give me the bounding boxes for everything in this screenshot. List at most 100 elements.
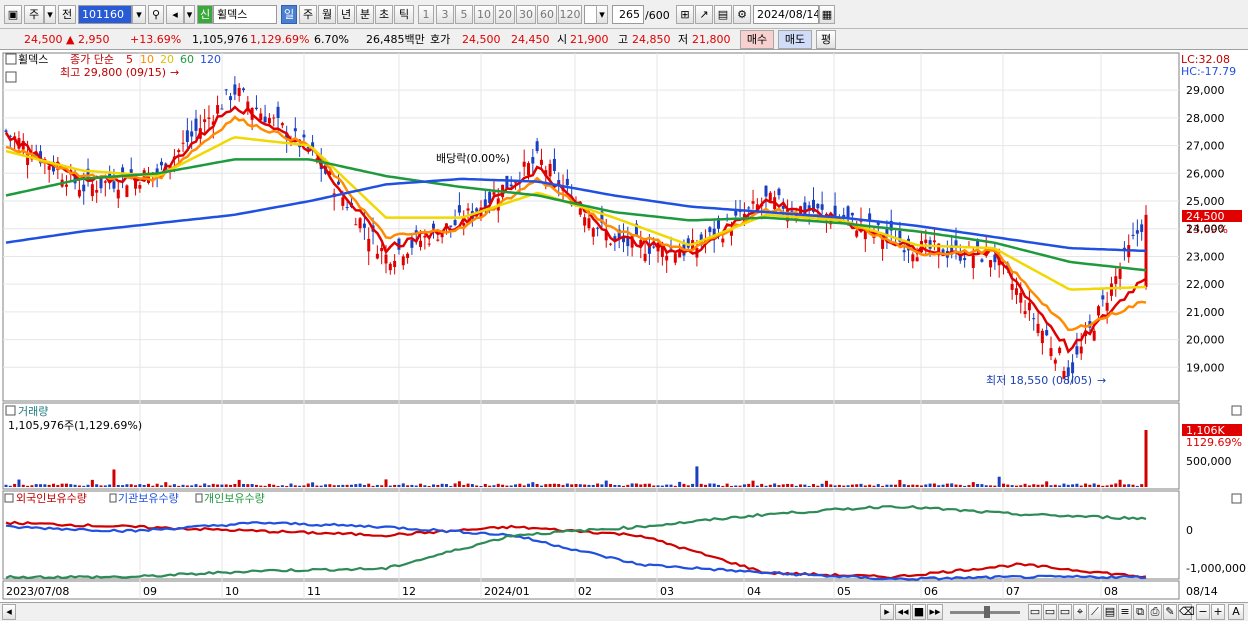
market-select[interactable]: 주 xyxy=(24,5,44,24)
candle-body xyxy=(393,260,397,268)
trend-icon[interactable]: ⟋ xyxy=(1088,604,1102,620)
zoom-out-icon[interactable]: − xyxy=(1196,604,1210,620)
volume-bar xyxy=(647,483,651,487)
volume-bar xyxy=(518,483,522,487)
volume-panel-icon[interactable] xyxy=(5,405,16,416)
interval-20[interactable]: 20 xyxy=(495,5,515,24)
tab-period-year[interactable]: 년 xyxy=(337,5,355,24)
font-size-icon[interactable]: A xyxy=(1228,604,1244,620)
volume-bar xyxy=(1118,479,1122,487)
candle-body xyxy=(932,240,936,243)
candle-body xyxy=(112,181,116,189)
interval-30[interactable]: 30 xyxy=(516,5,536,24)
sell-button[interactable]: 매도 xyxy=(778,30,812,49)
calendar-icon[interactable]: ▦ xyxy=(819,5,835,24)
scrollbar[interactable]: ◂ ▸ ◂◂ ■ ▸▸ ▭ ▭ ▭ ⌖ ⟋ ▤ ≡ ⧉ ⎙ ✎ ⌫ − + A xyxy=(0,602,1248,621)
volume-bar xyxy=(1088,484,1092,487)
candle-body xyxy=(272,117,276,119)
volume-bar xyxy=(760,483,764,487)
volume-bar xyxy=(125,484,129,487)
interval-120[interactable]: 120 xyxy=(558,5,582,24)
tab-period-day[interactable]: 일 xyxy=(281,5,297,24)
forward-icon[interactable]: ▸▸ xyxy=(927,604,943,620)
code-input[interactable]: 101160 xyxy=(78,5,132,24)
candle-body xyxy=(462,222,466,226)
tab-period-minute[interactable]: 분 xyxy=(356,5,374,24)
candle-body xyxy=(980,259,984,262)
interval-3[interactable]: 3 xyxy=(436,5,454,24)
volume-close-icon[interactable] xyxy=(1231,405,1242,416)
zoom-in-icon[interactable]: + xyxy=(1211,604,1225,620)
volume-bar xyxy=(116,484,120,487)
print-icon[interactable]: ⎙ xyxy=(1148,604,1162,620)
volume-bar xyxy=(1084,483,1088,487)
save-icon[interactable]: ▤ xyxy=(714,5,732,24)
gear-icon[interactable]: ⚙ xyxy=(733,5,751,24)
crosshair-icon[interactable]: ⌖ xyxy=(1073,604,1087,620)
code-dropdown-icon[interactable]: ▾ xyxy=(132,5,146,24)
tab-period-week[interactable]: 주 xyxy=(299,5,317,24)
holding-close-icon[interactable] xyxy=(1231,493,1242,504)
interval-dropdown-icon[interactable]: ▾ xyxy=(596,5,608,24)
zoom-slider-handle[interactable] xyxy=(984,606,990,618)
table-icon[interactable]: ▤ xyxy=(1103,604,1117,620)
volume-bar xyxy=(254,484,258,487)
volume-bar xyxy=(95,484,99,487)
volume-bar xyxy=(984,485,988,487)
interval-60[interactable]: 60 xyxy=(537,5,557,24)
search-icon[interactable]: ⚲ xyxy=(148,5,164,24)
tab-period-month[interactable]: 월 xyxy=(318,5,336,24)
candle-body xyxy=(1027,302,1031,311)
volume-bar xyxy=(807,485,811,487)
stop-icon[interactable]: ■ xyxy=(912,604,926,620)
count-input[interactable]: 265 xyxy=(612,5,644,24)
draw-tool-icon[interactable]: ↗ xyxy=(695,5,713,24)
all-button[interactable]: 전 xyxy=(58,5,76,24)
volume-bar xyxy=(941,484,945,487)
eraser-icon[interactable]: ⌫ xyxy=(1178,604,1195,620)
volume-bar xyxy=(1131,484,1135,487)
layout-c-icon[interactable]: ▭ xyxy=(1058,604,1072,620)
pen-icon[interactable]: ✎ xyxy=(1163,604,1177,620)
rewind-icon[interactable]: ◂◂ xyxy=(895,604,911,620)
scroll-right-icon[interactable]: ▸ xyxy=(880,604,894,620)
speaker-dropdown-icon[interactable]: ▾ xyxy=(184,5,195,24)
price-y-tick: 21,000 xyxy=(1186,306,1225,319)
interval-1[interactable]: 1 xyxy=(418,5,434,24)
scroll-left-icon[interactable]: ◂ xyxy=(2,604,16,620)
copy-icon[interactable]: ⧉ xyxy=(1133,604,1147,620)
tab-period-second[interactable]: 초 xyxy=(375,5,393,24)
holding-panel-icon[interactable] xyxy=(4,493,14,503)
volume-bar xyxy=(34,484,38,487)
calculator-icon[interactable] xyxy=(5,71,17,83)
tab-period-tick[interactable]: 틱 xyxy=(394,5,414,24)
layout-icon[interactable]: ▣ xyxy=(4,5,22,24)
candle-body xyxy=(539,159,543,165)
interval-10[interactable]: 10 xyxy=(474,5,494,24)
fibo-icon[interactable]: ≡ xyxy=(1118,604,1132,620)
interval-5[interactable]: 5 xyxy=(455,5,473,24)
date-input[interactable]: 2024/08/14 xyxy=(753,5,819,24)
volume-bar xyxy=(69,484,73,487)
layout-b-icon[interactable]: ▭ xyxy=(1043,604,1057,620)
volume-bar xyxy=(829,484,833,487)
price-y-tick: 20,000 xyxy=(1186,334,1225,347)
candle-body xyxy=(514,182,518,184)
volume-bar xyxy=(514,484,518,487)
market-dropdown-icon[interactable]: ▾ xyxy=(44,5,56,24)
volume-bar xyxy=(501,484,505,487)
volume-bar xyxy=(229,484,233,487)
volume-bar xyxy=(967,485,971,487)
x-axis-label: 04 xyxy=(747,585,761,598)
chart-menu-icon[interactable] xyxy=(5,53,17,65)
x-axis-label: 11 xyxy=(307,585,321,598)
volume-bar xyxy=(673,485,677,487)
layout-a-icon[interactable]: ▭ xyxy=(1028,604,1042,620)
buy-button[interactable]: 매수 xyxy=(740,30,774,49)
eval-button[interactable]: 평 xyxy=(816,30,836,49)
ma-legend-120: 120 xyxy=(200,53,221,66)
volume-bar xyxy=(919,485,923,487)
chart-type-icon[interactable]: ⊞ xyxy=(676,5,694,24)
volume-bar xyxy=(1036,484,1040,487)
speaker-icon[interactable]: ◂ xyxy=(166,5,184,24)
